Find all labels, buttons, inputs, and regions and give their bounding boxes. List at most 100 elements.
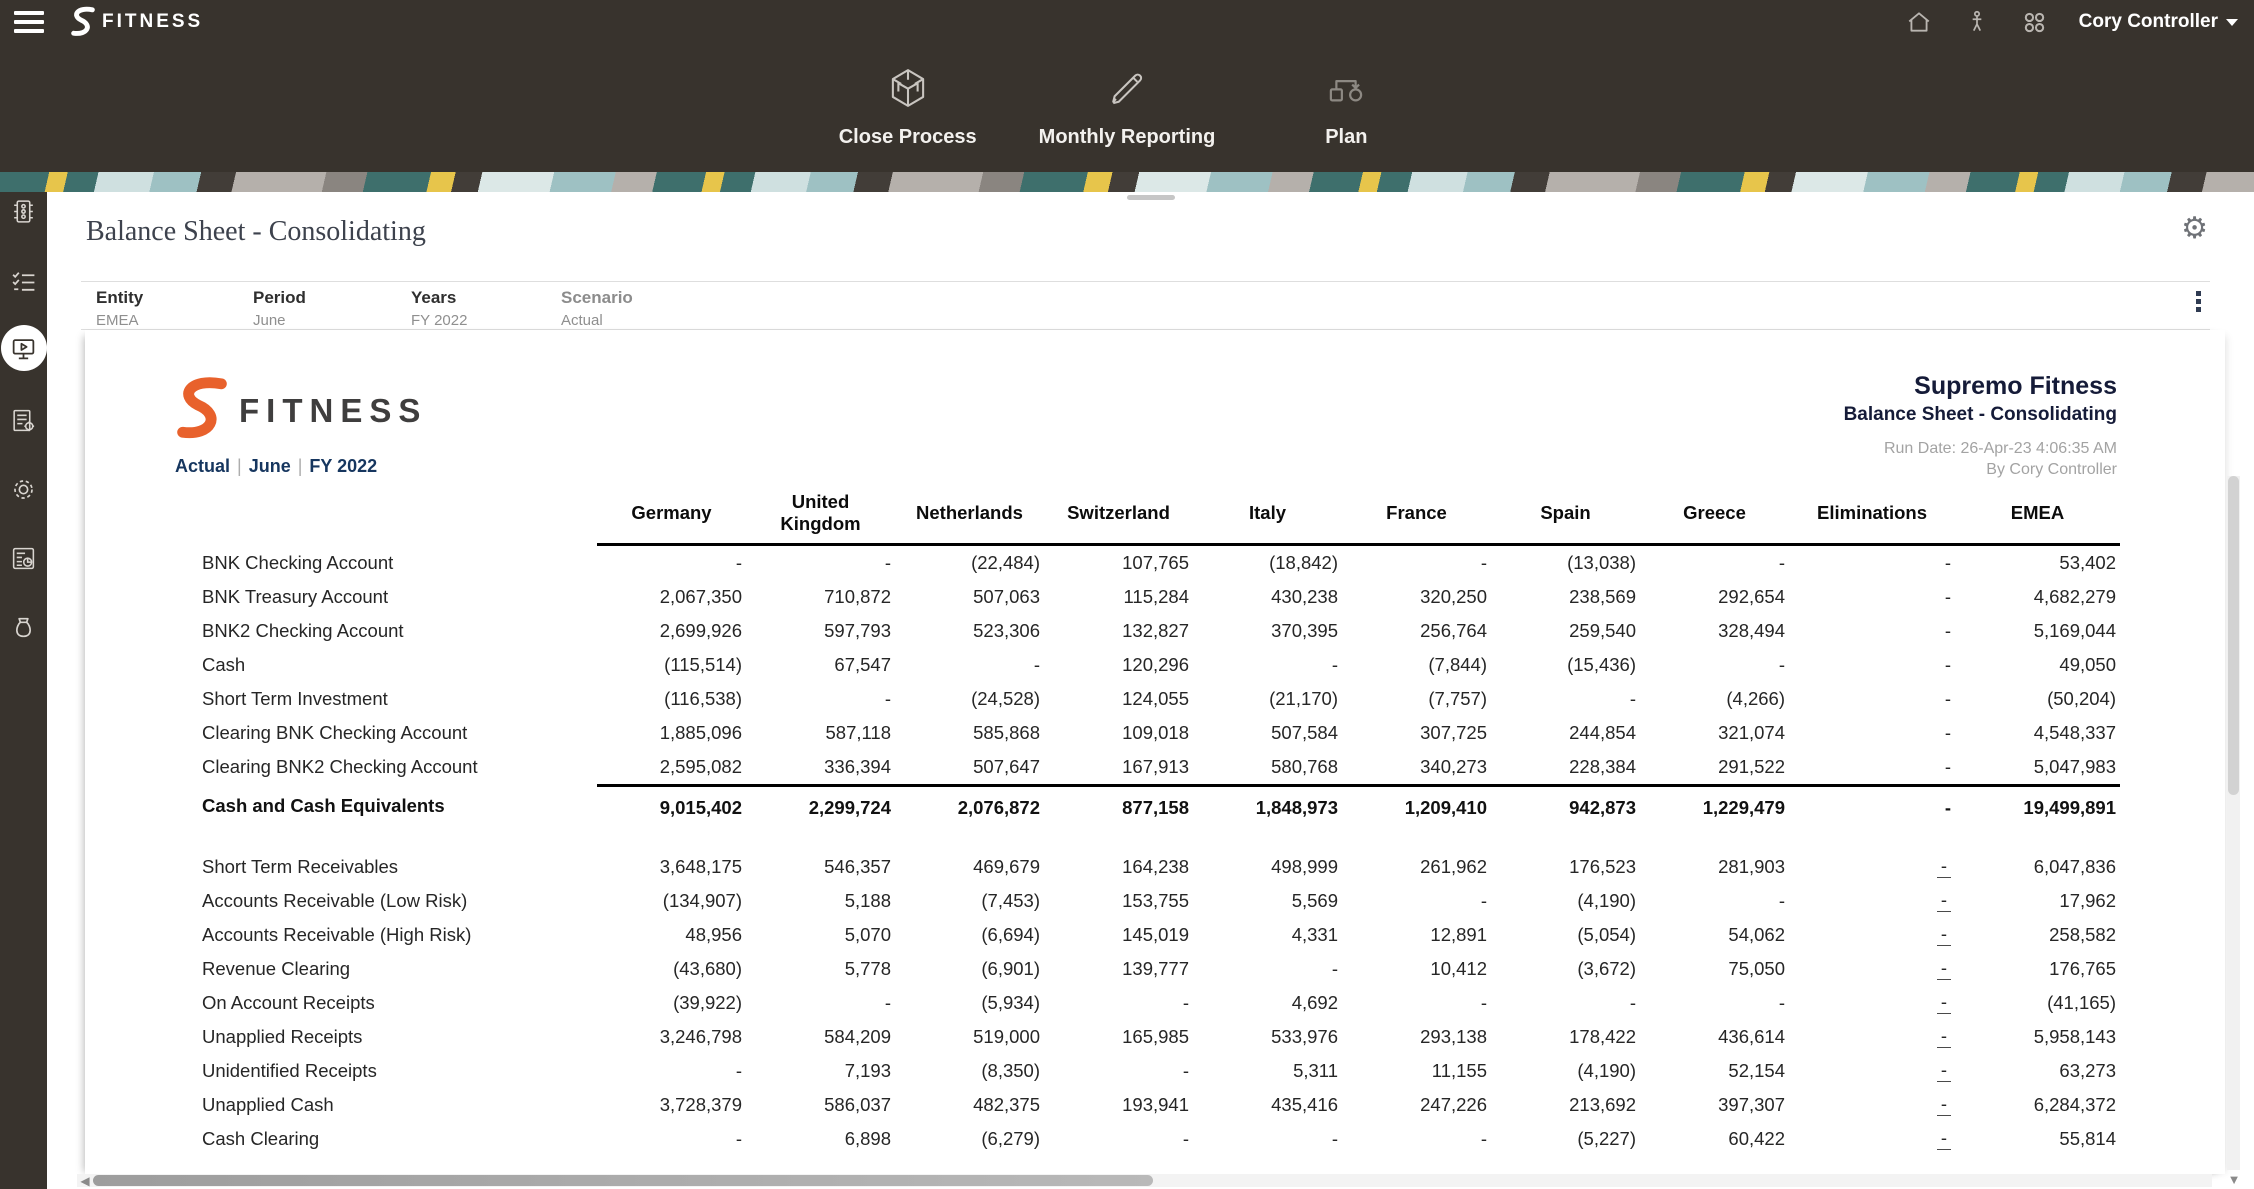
- table-cell: (5,054): [1491, 918, 1640, 952]
- sidebar-item-reports[interactable]: [10, 336, 37, 363]
- horizontal-scrollbar-track[interactable]: [93, 1174, 2212, 1187]
- user-menu[interactable]: Cory Controller: [2079, 11, 2238, 33]
- scroll-down-arrow-icon[interactable]: ▼: [2226, 1172, 2242, 1188]
- table-cell: -: [1342, 986, 1491, 1020]
- table-cell[interactable]: -: [1789, 850, 1955, 884]
- table-cell: 67,547: [746, 648, 895, 682]
- app-logo: FITNESS: [68, 6, 203, 38]
- announcements-icon[interactable]: [1963, 8, 1991, 36]
- table-cell: 4,331: [1193, 918, 1342, 952]
- table-cell: -: [1640, 546, 1789, 580]
- drill-link-dash[interactable]: -: [1937, 1026, 1951, 1048]
- table-cell: -: [895, 648, 1044, 682]
- table-cell: 107,765: [1044, 546, 1193, 580]
- table-cell: -: [1789, 784, 1955, 828]
- table-cell: 259,540: [1491, 614, 1640, 648]
- drill-link-dash[interactable]: -: [1937, 992, 1951, 1014]
- panel-drag-handle[interactable]: [1127, 195, 1175, 200]
- table-cell: 120,296: [1044, 648, 1193, 682]
- scroll-left-arrow-icon[interactable]: ◀: [77, 1174, 93, 1188]
- drill-link-dash[interactable]: -: [1937, 924, 1951, 946]
- vertical-scrollbar-thumb[interactable]: [2228, 476, 2239, 795]
- gear-icon[interactable]: ⚙: [2181, 214, 2208, 244]
- table-cell: (3,672): [1491, 952, 1640, 986]
- horizontal-scrollbar-thumb[interactable]: [93, 1175, 1153, 1186]
- drill-link-dash[interactable]: -: [1937, 1060, 1951, 1082]
- table-cell: 258,582: [1955, 918, 2120, 952]
- table-cell: 580,768: [1193, 750, 1342, 784]
- table-cell: -: [1789, 682, 1955, 716]
- pov-label: Entity: [96, 288, 143, 308]
- report-title: Balance Sheet - Consolidating: [1844, 404, 2117, 426]
- table-cell: (13,038): [1491, 546, 1640, 580]
- table-cell[interactable]: -: [1789, 986, 1955, 1020]
- apps-grid-icon[interactable]: [2021, 8, 2049, 36]
- sidebar-item-journals[interactable]: [10, 407, 37, 434]
- table-cell: -: [1491, 986, 1640, 1020]
- pov-label: Scenario: [561, 288, 633, 308]
- nav-card-monthly-reporting[interactable]: Monthly Reporting: [1039, 66, 1216, 149]
- row-label: Unapplied Cash: [200, 1088, 597, 1122]
- table-cell[interactable]: -: [1789, 1088, 1955, 1122]
- drill-link-dash[interactable]: -: [1937, 856, 1951, 878]
- sidebar-item-tasks[interactable]: [10, 268, 37, 295]
- table-cell: 320,250: [1342, 580, 1491, 614]
- table-cell: (4,266): [1640, 682, 1789, 716]
- table-cell: 586,037: [746, 1088, 895, 1122]
- table-cell: 1,209,410: [1342, 784, 1491, 828]
- table-cell[interactable]: -: [1789, 1020, 1955, 1054]
- table-cell: 244,854: [1491, 716, 1640, 750]
- table-cell[interactable]: -: [1789, 1054, 1955, 1088]
- table-row: Accounts Receivable (High Risk)48,9565,0…: [200, 918, 2120, 952]
- table-cell: 4,548,337: [1955, 716, 2120, 750]
- row-label: Clearing BNK Checking Account: [200, 716, 597, 750]
- table-cell: 710,872: [746, 580, 895, 614]
- report-area: FITNESS Actual|June|FY 2022 Supremo Fitn…: [47, 330, 2254, 1189]
- report-run-by: By Cory Controller: [1844, 461, 2117, 479]
- drill-link-dash[interactable]: -: [1937, 1094, 1951, 1116]
- table-cell: 469,679: [895, 850, 1044, 884]
- table-column-header: EMEA: [1955, 482, 2120, 546]
- pov-period[interactable]: Period June: [253, 288, 306, 329]
- table-cell: -: [1342, 884, 1491, 918]
- report-logo-swoosh-icon: [171, 376, 233, 442]
- table-cell: -: [1640, 884, 1789, 918]
- hamburger-icon[interactable]: [14, 11, 44, 33]
- table-cell: 292,654: [1640, 580, 1789, 614]
- table-cell: (43,680): [597, 952, 746, 986]
- row-label: Cash and Cash Equivalents: [200, 784, 597, 828]
- sidebar-item-report-docs[interactable]: [10, 545, 37, 572]
- table-cell[interactable]: -: [1789, 952, 1955, 986]
- pov-scenario[interactable]: Scenario Actual: [561, 288, 633, 329]
- table-cell: 4,682,279: [1955, 580, 2120, 614]
- kebab-menu-icon[interactable]: [2193, 288, 2204, 315]
- table-cell[interactable]: -: [1789, 918, 1955, 952]
- table-cell: 533,976: [1193, 1020, 1342, 1054]
- table-cell: -: [1044, 1054, 1193, 1088]
- table-cell[interactable]: -: [1789, 1122, 1955, 1156]
- vertical-scrollbar[interactable]: [2227, 476, 2240, 1170]
- table-cell[interactable]: -: [1789, 884, 1955, 918]
- table-cell: 60,422: [1640, 1122, 1789, 1156]
- pov-years[interactable]: Years FY 2022: [411, 288, 467, 329]
- sidebar-item-settings[interactable]: [10, 476, 37, 503]
- table-cell: (5,227): [1491, 1122, 1640, 1156]
- nav-card-plan[interactable]: Plan: [1271, 66, 1421, 149]
- drill-link-dash[interactable]: -: [1937, 890, 1951, 912]
- drill-link-dash[interactable]: -: [1937, 1128, 1951, 1150]
- table-cell: 53,402: [1955, 546, 2120, 580]
- cluster-nav: Close Process Monthly Reporting Plan: [0, 44, 2254, 172]
- table-cell: 213,692: [1491, 1088, 1640, 1122]
- home-icon[interactable]: [1905, 8, 1933, 36]
- pov-entity[interactable]: Entity EMEA: [96, 288, 143, 329]
- table-cell: 2,699,926: [597, 614, 746, 648]
- table-row: BNK Checking Account--(22,484)107,765(18…: [200, 546, 2120, 580]
- nav-card-close-process[interactable]: Close Process: [833, 66, 983, 149]
- table-cell: 145,019: [1044, 918, 1193, 952]
- sidebar-item-money-bag[interactable]: [10, 614, 37, 641]
- drill-link-dash[interactable]: -: [1937, 958, 1951, 980]
- horizontal-scrollbar[interactable]: ◀: [77, 1174, 2212, 1187]
- table-cell: 519,000: [895, 1020, 1044, 1054]
- sidebar-item-console[interactable]: [10, 198, 37, 225]
- row-label: On Account Receipts: [200, 986, 597, 1020]
